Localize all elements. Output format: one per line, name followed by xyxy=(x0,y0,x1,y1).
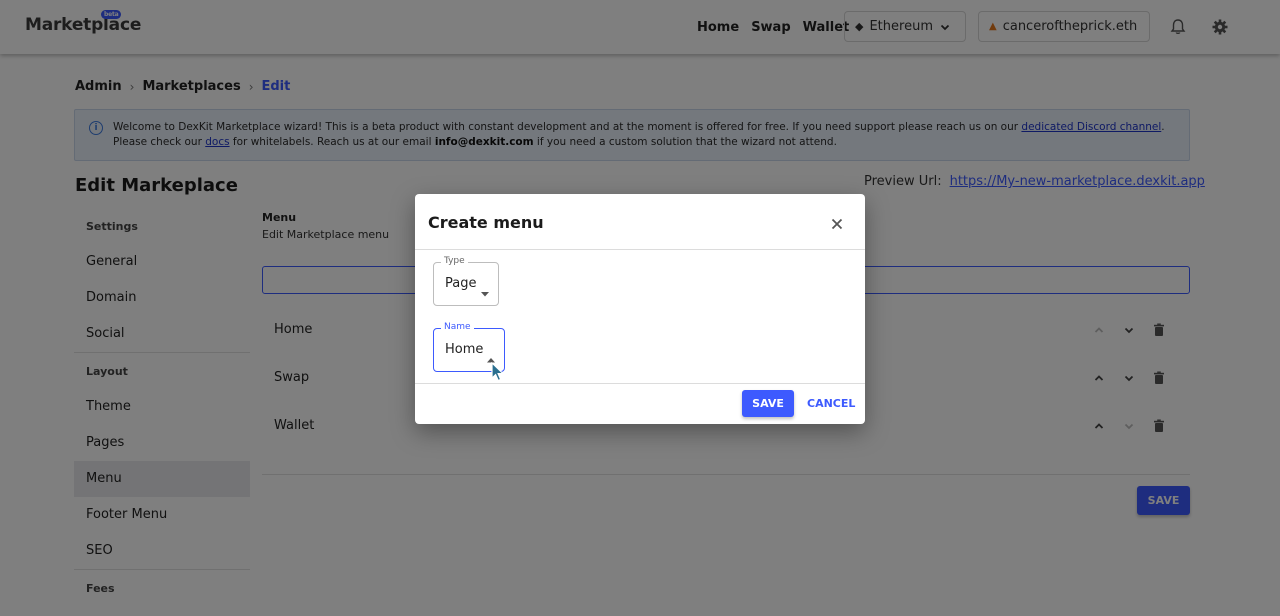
dialog-footer-divider xyxy=(415,383,865,384)
type-label: Type xyxy=(441,256,468,266)
mouse-cursor-icon xyxy=(491,361,505,382)
dialog-title: Create menu xyxy=(428,213,544,232)
create-menu-dialog: Create menu Type Page Name Home SAVE CAN… xyxy=(415,194,865,424)
dialog-cancel-button[interactable]: CANCEL xyxy=(803,390,859,417)
type-select[interactable]: Type Page xyxy=(433,256,499,306)
name-label: Name xyxy=(441,322,474,332)
close-icon[interactable] xyxy=(827,214,847,234)
caret-down-icon xyxy=(481,282,489,301)
dialog-save-button[interactable]: SAVE xyxy=(742,390,794,417)
dialog-header-divider xyxy=(415,249,865,250)
type-value: Page xyxy=(445,276,477,291)
name-value: Home xyxy=(445,342,484,357)
